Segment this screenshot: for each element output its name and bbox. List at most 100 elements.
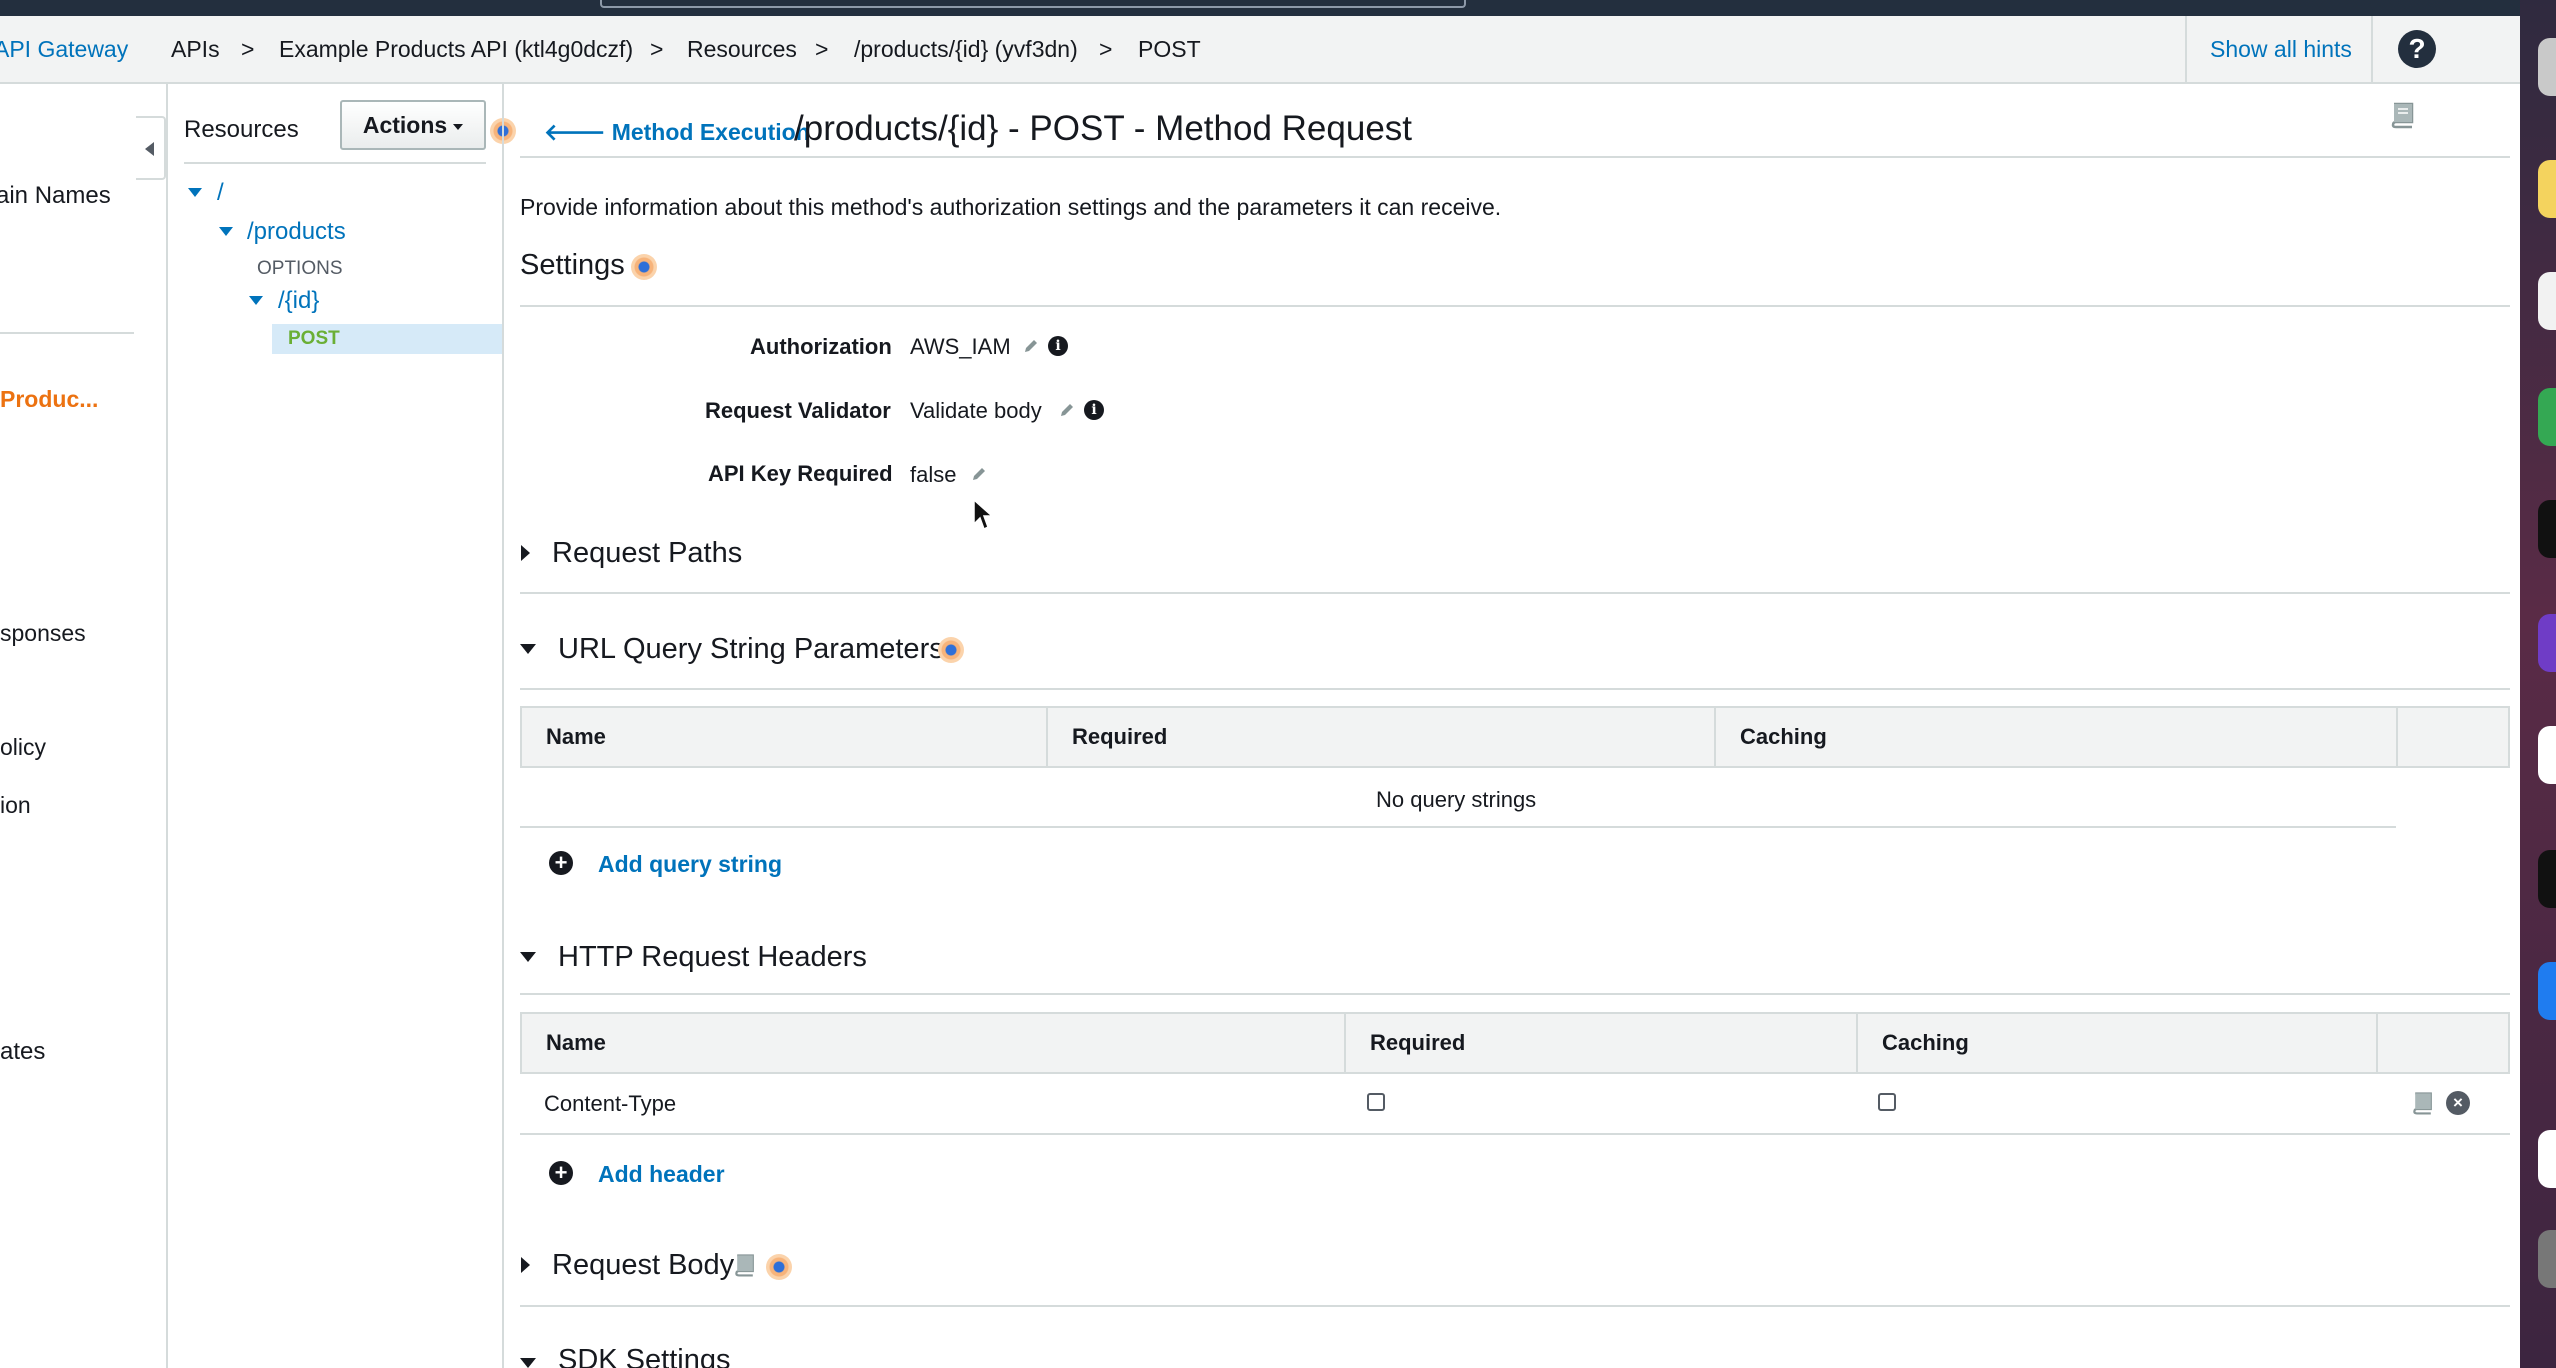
dock-app-icon[interactable] — [2538, 160, 2556, 218]
breadcrumb-api-name[interactable]: Example Products API (ktl4g0dczf) — [279, 36, 633, 63]
expand-caret-icon[interactable] — [219, 227, 233, 236]
caching-checkbox[interactable] — [1878, 1093, 1896, 1111]
section-divider — [520, 592, 2510, 594]
collapse-panel-button[interactable] — [136, 116, 166, 180]
breadcrumb-method: POST — [1138, 36, 1201, 62]
hint-icon[interactable] — [631, 254, 657, 280]
top-nav-bar — [0, 0, 2520, 16]
section-divider — [520, 993, 2510, 995]
column-header-caching: Caching — [1716, 708, 2398, 766]
breadcrumb: API Gateway APIs > Example Products API … — [0, 16, 2520, 84]
breadcrumb-separator: > — [241, 36, 255, 62]
global-search-input[interactable] — [600, 0, 1466, 8]
dock-app-icon[interactable] — [2538, 388, 2556, 446]
http-request-headers-title[interactable]: HTTP Request Headers — [558, 941, 867, 974]
dock-app-icon[interactable] — [2538, 962, 2556, 1020]
resources-title: Resources — [184, 116, 299, 143]
breadcrumb-separator: > — [1099, 36, 1113, 62]
table-row-divider — [520, 826, 2396, 828]
question-circle-icon[interactable]: ? — [2398, 30, 2436, 68]
edit-pencil-icon[interactable] — [1022, 337, 1040, 355]
dock-app-icon[interactable] — [2538, 1130, 2556, 1188]
dock-app-icon[interactable] — [2538, 38, 2556, 96]
dock-app-icon[interactable] — [2538, 850, 2556, 908]
header-name-cell: Content-Type — [544, 1091, 677, 1116]
api-key-required-label: API Key Required — [708, 461, 893, 486]
dock-app-icon[interactable] — [2538, 726, 2556, 784]
left-nav-usage-plans[interactable]: ates — [0, 1038, 45, 1066]
api-key-required-value: false — [910, 462, 957, 487]
info-icon[interactable]: i — [1048, 336, 1068, 356]
method-execution-link[interactable]: 🡐 Method Execution — [544, 118, 810, 146]
breadcrumb-separator: > — [650, 36, 664, 62]
remove-circle-icon[interactable]: × — [2446, 1091, 2470, 1115]
documentation-book-icon[interactable] — [2388, 100, 2418, 130]
column-header-required: Required — [1346, 1014, 1858, 1072]
tree-item-id[interactable]: /{id} — [278, 287, 319, 315]
required-checkbox[interactable] — [1367, 1093, 1385, 1111]
chevron-left-icon — [145, 142, 154, 156]
authorization-label: Authorization — [750, 334, 892, 359]
left-nav-documentation[interactable]: ion — [0, 792, 31, 819]
expand-caret-icon[interactable] — [188, 188, 202, 197]
actions-dropdown-button[interactable]: Actions — [340, 100, 486, 150]
hint-icon[interactable] — [766, 1254, 792, 1280]
expand-caret-icon[interactable] — [249, 296, 263, 305]
sdk-settings-title[interactable]: SDK Settings — [558, 1344, 730, 1368]
page-description: Provide information about this method's … — [520, 194, 1502, 220]
column-header-name: Name — [522, 1014, 1346, 1072]
dock-app-icon[interactable] — [2538, 500, 2556, 558]
collapse-caret-down-icon[interactable] — [520, 644, 536, 654]
breadcrumb-resources[interactable]: Resources — [687, 36, 797, 63]
tree-item-post[interactable]: POST — [288, 328, 340, 350]
breadcrumb-apis[interactable]: APIs — [171, 36, 220, 63]
request-validator-label: Request Validator — [705, 398, 891, 423]
request-paths-title[interactable]: Request Paths — [552, 537, 742, 570]
left-nav-resource-policy[interactable]: olicy — [0, 734, 46, 761]
documentation-book-icon[interactable] — [2410, 1090, 2436, 1116]
request-body-title[interactable]: Request Body — [552, 1249, 734, 1282]
breadcrumb-resource[interactable]: /products/{id} (yvf3dn) — [854, 36, 1078, 63]
hint-icon[interactable] — [938, 637, 964, 663]
resources-divider — [184, 162, 486, 164]
add-header-link[interactable]: Add header — [598, 1161, 725, 1188]
plus-circle-icon[interactable]: + — [549, 851, 573, 875]
left-nav-border — [166, 84, 168, 1368]
left-nav-custom-domain-names[interactable]: ain Names — [0, 182, 111, 210]
tree-item-options[interactable]: OPTIONS — [257, 258, 343, 280]
plus-circle-icon[interactable]: + — [549, 1161, 573, 1185]
column-header-name: Name — [522, 708, 1048, 766]
breadcrumb-separator: > — [815, 36, 829, 62]
documentation-book-icon[interactable] — [732, 1252, 758, 1278]
add-query-string-link[interactable]: Add query string — [598, 851, 782, 878]
tree-item-products[interactable]: /products — [247, 218, 346, 246]
empty-table-message: No query strings — [1376, 787, 1537, 812]
dock-app-icon[interactable] — [2538, 272, 2556, 330]
dock-app-icon[interactable] — [2538, 614, 2556, 672]
section-divider — [520, 305, 2510, 307]
expand-caret-right-icon[interactable] — [521, 1257, 530, 1273]
page-title: /products/{id} - POST - Method Request — [794, 109, 1413, 148]
settings-title: Settings — [520, 249, 625, 281]
edit-pencil-icon[interactable] — [1058, 401, 1076, 419]
info-icon[interactable]: i — [1084, 400, 1104, 420]
left-nav-gateway-responses[interactable]: sponses — [0, 620, 86, 647]
dock-trash-icon[interactable] — [2538, 1230, 2556, 1288]
table-row-divider — [520, 1133, 2510, 1135]
section-divider — [520, 1305, 2510, 1307]
query-strings-title[interactable]: URL Query String Parameters — [558, 633, 944, 666]
headers-table-header: Name Required Caching — [520, 1012, 2510, 1074]
collapse-caret-down-icon[interactable] — [520, 1358, 536, 1368]
tree-item-root[interactable]: / — [217, 179, 224, 207]
left-nav-divider — [0, 332, 134, 334]
method-execution-label: Method Execution — [611, 119, 810, 145]
show-all-hints-link[interactable]: Show all hints — [2210, 36, 2352, 63]
expand-caret-right-icon[interactable] — [521, 545, 530, 561]
edit-pencil-icon[interactable] — [970, 465, 988, 483]
collapse-caret-down-icon[interactable] — [520, 952, 536, 962]
breadcrumb-api-gateway[interactable]: API Gateway — [0, 36, 128, 63]
mouse-cursor-icon — [973, 498, 994, 531]
resources-panel-border — [502, 84, 504, 1368]
column-header-required: Required — [1048, 708, 1716, 766]
left-nav-active-api[interactable]: Produc... — [0, 386, 98, 413]
